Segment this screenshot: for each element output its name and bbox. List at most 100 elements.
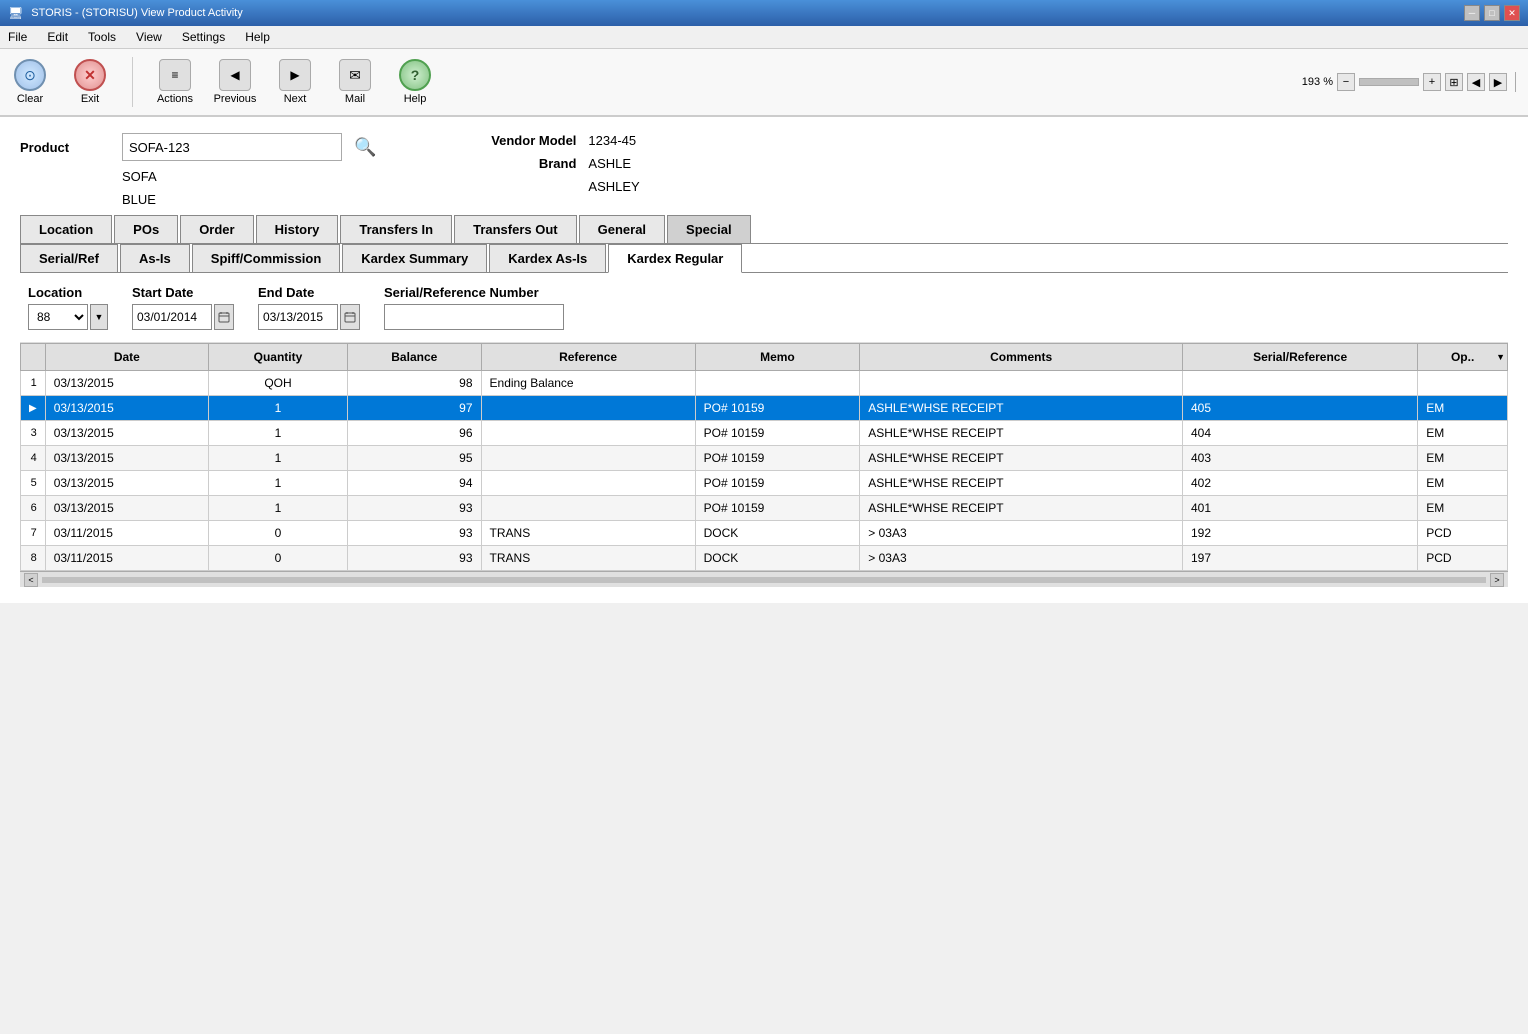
tab-location[interactable]: Location [20,215,112,243]
col-header-quantity[interactable]: Quantity [208,344,347,371]
cell-reference [481,471,695,496]
start-date-label: Start Date [132,285,234,300]
exit-button[interactable]: ✕ Exit [68,59,112,105]
cell-date: 03/13/2015 [45,421,208,446]
location-dropdown-btn[interactable]: ▼ [90,304,108,330]
zoom-prev-button[interactable]: ◀ [1467,73,1485,91]
start-date-calendar-button[interactable] [214,304,234,330]
tab-order[interactable]: Order [180,215,253,243]
next-label: Next [284,93,307,105]
clear-button[interactable]: ⊙ Clear [8,59,52,105]
cell-memo: PO# 10159 [695,396,860,421]
start-date-input[interactable] [132,304,212,330]
table-row[interactable]: 3 03/13/2015 1 96 PO# 10159 ASHLE*WHSE R… [21,421,1508,446]
col-header-balance[interactable]: Balance [348,344,482,371]
col-header-reference[interactable]: Reference [481,344,695,371]
end-date-calendar-button[interactable] [340,304,360,330]
menu-help[interactable]: Help [241,28,274,46]
end-date-input[interactable] [258,304,338,330]
table-row[interactable]: ▶ 03/13/2015 1 97 PO# 10159 ASHLE*WHSE R… [21,396,1508,421]
menu-settings[interactable]: Settings [178,28,229,46]
cell-date: 03/13/2015 [45,446,208,471]
tab-spiff-commission[interactable]: Spiff/Commission [192,244,341,272]
serial-ref-label: Serial/Reference Number [384,285,564,300]
col-header-date[interactable]: Date [45,344,208,371]
col-header-op[interactable]: Op.. ▼ [1418,344,1508,371]
table-row[interactable]: 6 03/13/2015 1 93 PO# 10159 ASHLE*WHSE R… [21,496,1508,521]
cell-quantity: 1 [208,471,347,496]
tab-pos[interactable]: POs [114,215,178,243]
cell-serial-ref: 403 [1183,446,1418,471]
toolbar: ⊙ Clear ✕ Exit ≡ Actions ◀ Previous ▶ Ne… [0,49,1528,117]
cell-quantity: QOH [208,371,347,396]
zoom-slider[interactable] [1359,78,1419,86]
cell-date: 03/13/2015 [45,371,208,396]
table-row[interactable]: 7 03/11/2015 0 93 TRANS DOCK > 03A3 192 … [21,521,1508,546]
actions-button[interactable]: ≡ Actions [153,59,197,105]
table-row[interactable]: 1 03/13/2015 QOH 98 Ending Balance [21,371,1508,396]
scroll-right-button[interactable]: > [1490,573,1504,587]
cell-memo: DOCK [695,521,860,546]
cell-memo: PO# 10159 [695,471,860,496]
zoom-fit-button[interactable]: ⊞ [1445,73,1463,91]
scroll-track[interactable] [42,577,1486,583]
help-button[interactable]: ? Help [393,59,437,105]
tab-history[interactable]: History [256,215,339,243]
zoom-next-button[interactable]: ▶ [1489,73,1507,91]
cell-comments [860,371,1183,396]
location-select[interactable]: 88 [28,304,88,330]
previous-button[interactable]: ◀ Previous [213,59,257,105]
menu-view[interactable]: View [132,28,166,46]
table-row[interactable]: 8 03/11/2015 0 93 TRANS DOCK > 03A3 197 … [21,546,1508,571]
tab-special[interactable]: Special [667,215,751,243]
cell-serial-ref: 192 [1183,521,1418,546]
tab-general[interactable]: General [579,215,665,243]
cell-memo: PO# 10159 [695,446,860,471]
next-button[interactable]: ▶ Next [273,59,317,105]
tab-row-2: Serial/Ref As-Is Spiff/Commission Kardex… [20,244,1508,273]
cell-balance: 97 [348,396,482,421]
tab-kardex-regular[interactable]: Kardex Regular [608,244,742,273]
cell-reference [481,496,695,521]
menu-edit[interactable]: Edit [43,28,72,46]
scroll-left-button[interactable]: < [24,573,38,587]
table-row[interactable]: 5 03/13/2015 1 94 PO# 10159 ASHLE*WHSE R… [21,471,1508,496]
cell-op: EM [1418,421,1508,446]
cell-serial-ref: 402 [1183,471,1418,496]
menu-file[interactable]: File [4,28,31,46]
cell-balance: 93 [348,496,482,521]
maximize-button[interactable]: □ [1484,5,1500,21]
tab-as-is[interactable]: As-Is [120,244,190,272]
cell-quantity: 1 [208,396,347,421]
tab-transfers-out[interactable]: Transfers Out [454,215,577,243]
serial-ref-input[interactable] [384,304,564,330]
exit-label: Exit [81,93,99,105]
zoom-out-button[interactable]: − [1337,73,1355,91]
zoom-in-button[interactable]: + [1423,73,1441,91]
col-header-comments[interactable]: Comments [860,344,1183,371]
tab-transfers-in[interactable]: Transfers In [340,215,452,243]
product-input[interactable] [122,133,342,161]
mail-button[interactable]: ✉ Mail [333,59,377,105]
tab-kardex-as-is[interactable]: Kardex As-Is [489,244,606,272]
horizontal-scrollbar[interactable]: < > [20,571,1508,587]
minimize-button[interactable]: ─ [1464,5,1480,21]
filter-row: Location 88 ▼ Start Date End Date [20,273,1508,343]
cell-memo: DOCK [695,546,860,571]
col-header-serial-ref[interactable]: Serial/Reference [1183,344,1418,371]
app-icon: 🖥 [8,6,23,20]
cell-reference: TRANS [481,546,695,571]
close-button[interactable]: ✕ [1504,5,1520,21]
serial-ref-filter: Serial/Reference Number [384,285,564,330]
search-icon[interactable]: 🔍 [354,137,376,158]
tab-serial-ref[interactable]: Serial/Ref [20,244,118,272]
row-number: 8 [21,546,46,571]
col-header-memo[interactable]: Memo [695,344,860,371]
cell-serial-ref [1183,371,1418,396]
brand-full-value: ASHLEY [588,179,639,194]
clear-label: Clear [17,93,43,105]
cell-quantity: 1 [208,421,347,446]
tab-kardex-summary[interactable]: Kardex Summary [342,244,487,272]
menu-tools[interactable]: Tools [84,28,120,46]
table-row[interactable]: 4 03/13/2015 1 95 PO# 10159 ASHLE*WHSE R… [21,446,1508,471]
